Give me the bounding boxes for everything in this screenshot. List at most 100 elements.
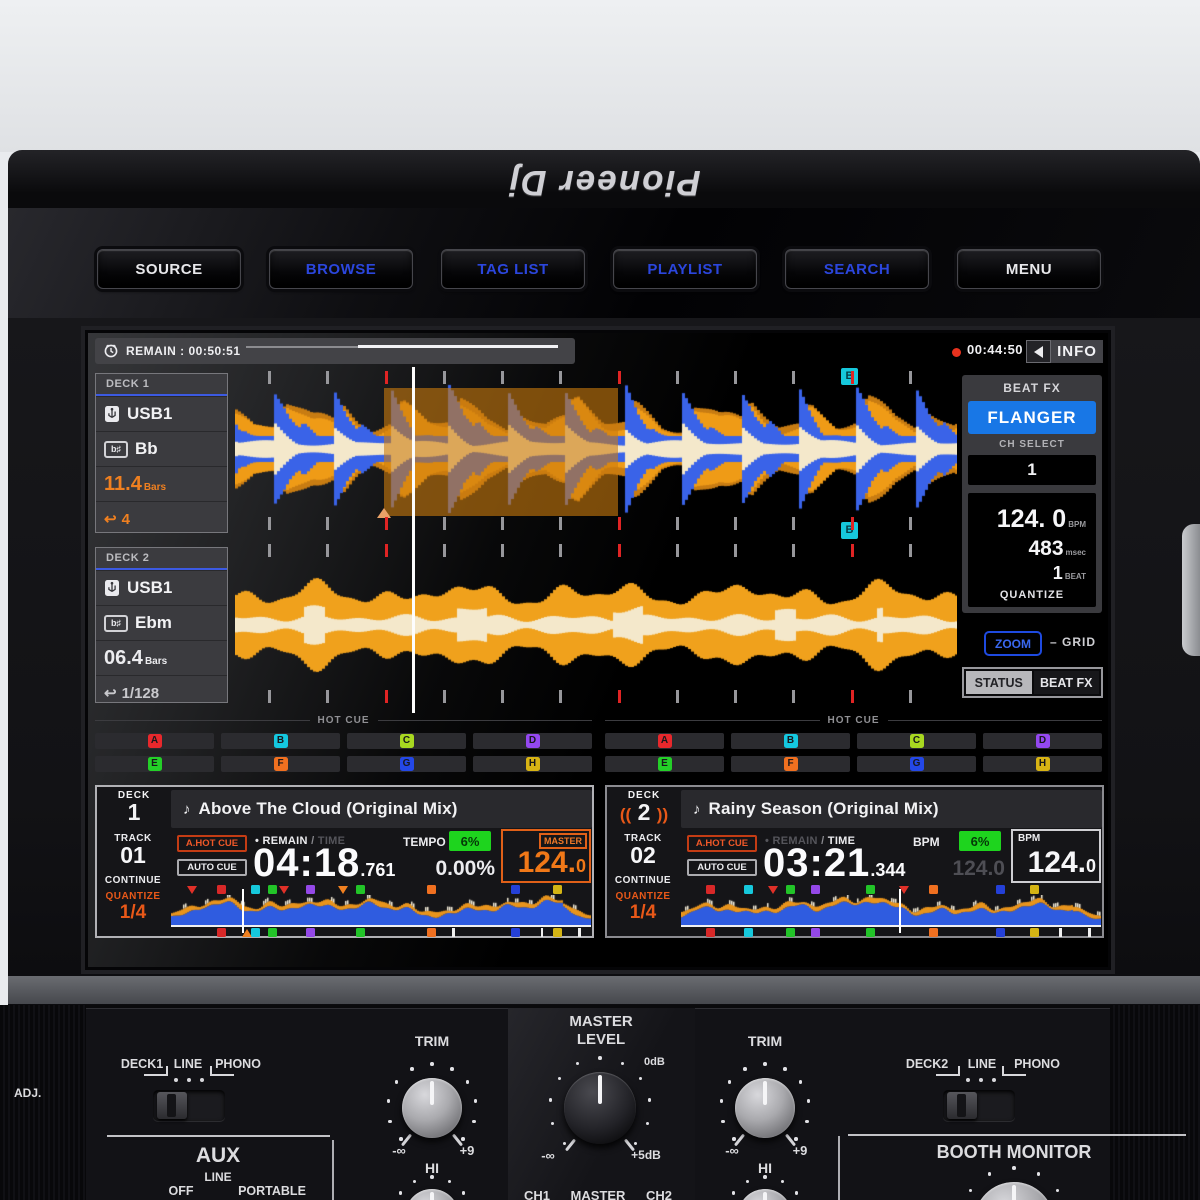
hot-cue-slot-H[interactable]: H: [473, 756, 592, 772]
hot-cue-slot-F[interactable]: F: [731, 756, 850, 772]
hot-cue-slot-A[interactable]: A: [95, 733, 214, 749]
hot-cue-badge-D: D: [526, 734, 540, 748]
bpm-decimal: 0: [1086, 856, 1096, 877]
background: [0, 0, 1200, 152]
zoom-button[interactable]: ZOOM: [984, 631, 1042, 656]
bpm-box: BPM 124.0: [1011, 829, 1101, 883]
hot-cue-slot-A[interactable]: A: [605, 733, 724, 749]
beat-tick: [851, 517, 854, 530]
knob-scale-dot: [462, 1191, 466, 1195]
deck1-key-row: b♯ Bb: [96, 431, 227, 466]
deck1-track-title: Above The Cloud (Original Mix): [199, 799, 458, 819]
deck2-bars-row: 06.4 Bars: [96, 640, 227, 675]
knob-scale-dot: [988, 1172, 992, 1176]
auto-cue-button[interactable]: AUTO CUE: [687, 859, 757, 876]
hot-cue-slot-G[interactable]: G: [347, 756, 466, 772]
selector-dot: [966, 1078, 970, 1082]
beatfx-tab[interactable]: BEAT FX: [1034, 671, 1100, 694]
record-time: 00:44:50: [967, 342, 1023, 357]
cue-markers-below: [171, 928, 591, 938]
hot-cue-slot-C[interactable]: C: [857, 733, 976, 749]
beat-tick: [676, 517, 679, 530]
beat-tick: [326, 517, 329, 530]
beat-tick: [385, 517, 388, 530]
hot-cue-badge-H: H: [526, 757, 540, 771]
hot-cue-badge-C: C: [400, 734, 414, 748]
pioneer-dj-logo: Pioneer Dj: [308, 162, 900, 202]
fx-bpm-value: 124. 0: [997, 505, 1067, 533]
deck-number: 1: [99, 801, 169, 823]
overview-playhead: [899, 889, 901, 933]
hot-cue-slot-D[interactable]: D: [983, 733, 1102, 749]
hot-cue-slot-H[interactable]: H: [983, 756, 1102, 772]
info-button[interactable]: INFO: [1026, 340, 1103, 363]
cue-marker: [217, 885, 226, 894]
browse-knob-edge[interactable]: [1182, 524, 1200, 656]
beat-tick: [618, 517, 621, 530]
deck1-input-switch[interactable]: [153, 1090, 225, 1121]
beat-tick: [618, 544, 621, 557]
hot-cue-slot-G[interactable]: G: [857, 756, 976, 772]
tempo-range-badge: 6%: [449, 831, 491, 851]
deck2-source: USB1: [127, 578, 172, 598]
beat-tick: [734, 544, 737, 557]
nav-button-playlist[interactable]: PLAYLIST: [613, 249, 757, 289]
beat-fx-readout: 124. 0BPM 483msec 1BEAT QUANTIZE: [968, 493, 1096, 607]
track-number: 02: [607, 844, 679, 866]
a-hot-cue-button[interactable]: A.HOT CUE: [177, 835, 247, 852]
fx-bpm-unit: BPM: [1068, 520, 1086, 529]
beat-fx-title: BEAT FX: [962, 381, 1102, 395]
nav-button-tag-list[interactable]: TAG LIST: [441, 249, 585, 289]
cue-marker: [811, 928, 820, 937]
status-beatfx-toggle[interactable]: STATUS BEAT FX: [962, 667, 1103, 698]
knob-scale-dot: [732, 1137, 736, 1141]
left-side-panel: [0, 1005, 86, 1200]
auto-cue-button[interactable]: AUTO CUE: [177, 859, 247, 876]
status-tab[interactable]: STATUS: [966, 671, 1032, 694]
deck2-track-title: Rainy Season (Original Mix): [709, 799, 939, 819]
hot-cue-badge-H: H: [1036, 757, 1050, 771]
master-min-label: -∞: [541, 1148, 555, 1163]
deck2-input-switch[interactable]: [943, 1090, 1015, 1121]
knob-scale-dot: [763, 1175, 767, 1179]
ch-select-value[interactable]: 1: [968, 455, 1096, 485]
hot-cue-slot-C[interactable]: C: [347, 733, 466, 749]
deck2-overview-waveform[interactable]: [681, 885, 1101, 937]
hot-cue-slot-B[interactable]: B: [221, 733, 340, 749]
cue-marker: [306, 885, 315, 894]
master-level-label-1: MASTER: [569, 1013, 632, 1030]
switch-knob[interactable]: [157, 1092, 187, 1119]
hot-cue-slot-E[interactable]: E: [95, 756, 214, 772]
hot-cue-slot-B[interactable]: B: [731, 733, 850, 749]
track-remain-bar: REMAIN : 00:50:51: [95, 338, 575, 364]
fx-beat-value: 1: [1053, 563, 1063, 583]
knob-scale-dot: [969, 1189, 973, 1193]
beat-fx-effect-button[interactable]: FLANGER: [968, 401, 1096, 434]
left-triangle-icon: [1034, 346, 1043, 358]
deck2-track-title-bar: ♪ Rainy Season (Original Mix): [681, 790, 1102, 828]
hot-cue-slot-E[interactable]: E: [605, 756, 724, 772]
master-level-label-2: LEVEL: [577, 1031, 625, 1048]
deck1-bars-row: 11.4 Bars: [96, 466, 227, 501]
cue-marker: [553, 928, 562, 937]
bpm-dim-value: 124.0: [897, 857, 1005, 881]
deck2-zoom-waveform[interactable]: [235, 559, 957, 699]
info-collapse-arrow[interactable]: [1026, 340, 1051, 363]
knob-pointer: [598, 1075, 602, 1104]
nav-button-menu[interactable]: MENU: [957, 249, 1101, 289]
hot-cue-slot-D[interactable]: D: [473, 733, 592, 749]
beat-tick: [909, 544, 912, 557]
ch2-label: CH2: [646, 1188, 672, 1200]
remain-time-label: REMAIN : 00:50:51: [126, 344, 241, 358]
beat-tick: [909, 371, 912, 384]
knob-pointer: [430, 1192, 434, 1200]
deck1-overview-waveform[interactable]: [171, 885, 591, 937]
knob-pointer: [1012, 1185, 1016, 1200]
nav-button-browse[interactable]: BROWSE: [269, 249, 413, 289]
nav-button-source[interactable]: SOURCE: [97, 249, 241, 289]
nav-button-search[interactable]: SEARCH: [785, 249, 929, 289]
switch-knob[interactable]: [947, 1092, 977, 1119]
hot-cue-badge-A: A: [658, 734, 672, 748]
hot-cue-slot-F[interactable]: F: [221, 756, 340, 772]
a-hot-cue-button[interactable]: A.HOT CUE: [687, 835, 757, 852]
